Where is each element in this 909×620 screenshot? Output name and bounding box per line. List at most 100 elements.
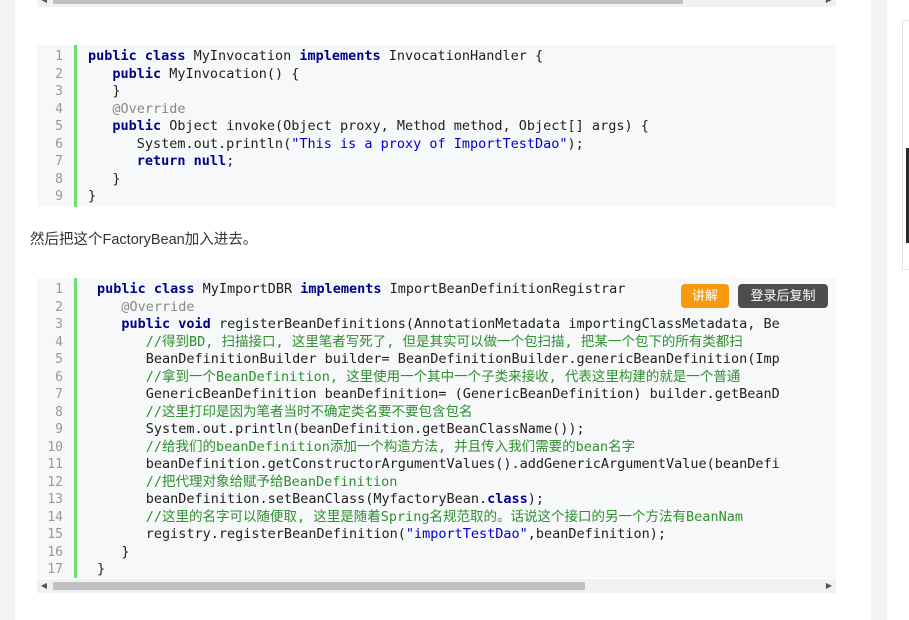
code-token: ,beanDefinition); xyxy=(527,526,666,542)
code-token: MyImportDBR xyxy=(202,281,301,297)
code-token: //这里打印是因为笔者当时不确定类名要不要包含包名 xyxy=(145,403,473,420)
code-token: //得到BD, 扫描接口, 这里笔者写死了, 但是其实可以做一个包扫描, 把某一… xyxy=(145,333,743,350)
code-token: beanDefinition.setBeanClass(MyfactoryBea… xyxy=(97,491,488,507)
scroll-thumb[interactable] xyxy=(53,0,683,4)
code-line: beanDefinition.getConstructorArgumentVal… xyxy=(97,456,836,474)
code-token: //把代理对象给赋予给BeanDefinition xyxy=(145,473,398,490)
code-token: System.out.println( xyxy=(88,135,292,152)
code-token: Object invoke(Object proxy, Method metho… xyxy=(169,118,649,134)
line-number: 5 xyxy=(55,352,63,367)
line-number: 7 xyxy=(55,387,63,402)
code-token: ; xyxy=(226,153,235,169)
code-token: @Override xyxy=(112,100,186,117)
line-number: 17 xyxy=(47,562,63,577)
scroll-right-arrow-icon[interactable]: ▶ xyxy=(822,0,836,7)
code-line: //拿到一个BeanDefinition, 这里使用一个其中一个子类来接收, 代… xyxy=(97,369,836,387)
line-number: 9 xyxy=(55,189,63,204)
code-token: public class xyxy=(88,48,194,64)
code-token: implements xyxy=(300,281,390,297)
line-number: 6 xyxy=(55,136,63,152)
code-line: System.out.println("This is a proxy of I… xyxy=(88,136,836,154)
code-token: public xyxy=(112,65,170,82)
line-number: 4 xyxy=(55,101,63,117)
code-token: } xyxy=(97,561,106,577)
code-token: System.out.println(beanDefinition.getBea… xyxy=(97,421,585,437)
code-line: } xyxy=(88,171,836,189)
line-number: 11 xyxy=(47,457,63,472)
scroll-right-arrow-icon[interactable]: ▶ xyxy=(822,579,836,593)
code-token: beanDefinition.getConstructorArgumentVal… xyxy=(97,456,780,472)
code-token: public void xyxy=(121,316,219,332)
line-number: 12 xyxy=(47,474,63,490)
code-token: //拿到一个BeanDefinition, 这里使用一个其中一个子类来接收, 代… xyxy=(145,368,741,385)
code-line: GenericBeanDefinition beanDefinition= (G… xyxy=(97,386,836,404)
line-number: 2 xyxy=(55,66,63,82)
code-token: MyInvocation xyxy=(193,48,300,64)
line-number: 15 xyxy=(47,527,63,542)
code-token: "This is a proxy of ImportTestDao" xyxy=(291,135,568,152)
code-token: } xyxy=(88,170,121,187)
line-number: 4 xyxy=(55,334,63,350)
code-line: BeanDefinitionBuilder builder= BeanDefin… xyxy=(97,351,836,369)
code-token: ); xyxy=(567,135,584,152)
paragraph-text: 然后把这个FactoryBean加入进去。 xyxy=(30,232,258,248)
scroll-left-arrow-icon[interactable]: ◀ xyxy=(37,0,51,7)
code-line: } xyxy=(88,83,836,101)
line-number: 16 xyxy=(47,544,63,560)
copy-after-login-button[interactable]: 登录后复制 xyxy=(738,284,828,308)
code-content: public class MyImportDBR implements Impo… xyxy=(97,278,836,578)
line-number: 2 xyxy=(55,299,63,315)
code-token: //这里的名字可以随便取, 这里是随着Spring名规范取的。话说这个接口的另一… xyxy=(145,508,743,525)
code-token: ); xyxy=(527,491,545,507)
line-number: 1 xyxy=(55,49,63,64)
code-scrollbar-top[interactable]: ◀ ▶ xyxy=(37,0,836,7)
code-scrollbar-bottom[interactable]: ◀ ▶ xyxy=(37,579,836,593)
code-token: "importTestDao" xyxy=(405,526,528,542)
code-line: @Override xyxy=(88,101,836,119)
code-line: public Object invoke(Object proxy, Metho… xyxy=(88,118,836,136)
code-line: public class MyInvocation implements Inv… xyxy=(88,48,836,66)
line-number: 8 xyxy=(55,171,63,187)
code-token: GenericBeanDefinition beanDefinition= (G… xyxy=(97,386,780,402)
code-line: return null; xyxy=(88,153,836,171)
code-line: } xyxy=(88,188,836,206)
code-block-import-registrar: 1 2 3 4 5 6 7 8 9 10 11 12 13 14 15 16 17 public class M… xyxy=(37,278,836,578)
line-number: 10 xyxy=(47,439,63,455)
code-token: } xyxy=(88,188,97,204)
code-line: registry.registerBeanDefinition("importT… xyxy=(97,526,836,544)
code-line: //这里的名字可以随便取, 这里是随着Spring名规范取的。话说这个接口的另一… xyxy=(97,509,836,527)
line-number: 5 xyxy=(55,119,63,134)
code-token: registerBeanDefinitions(AnnotationMetada… xyxy=(218,316,780,332)
explain-button[interactable]: 讲解 xyxy=(681,284,729,308)
code-line: beanDefinition.setBeanClass(MyfactoryBea… xyxy=(97,491,836,509)
code-line: System.out.println(beanDefinition.getBea… xyxy=(97,421,836,439)
code-token: implements xyxy=(299,48,389,64)
line-number: 13 xyxy=(47,492,63,507)
code-token: } xyxy=(88,83,121,99)
code-line: //这里打印是因为笔者当时不确定类名要不要包含包名 xyxy=(97,404,836,422)
line-number: 7 xyxy=(55,154,63,169)
code-line: public void registerBeanDefinitions(Anno… xyxy=(97,316,836,334)
line-number-gutter: 1 2 3 4 5 6 7 8 9 10 11 12 13 14 15 16 17 xyxy=(37,278,77,578)
code-token: public xyxy=(112,118,170,134)
code-token: } xyxy=(97,543,130,560)
code-token: BeanDefinitionBuilder builder= BeanDefin… xyxy=(97,351,780,367)
code-block-invocation-handler: 1 2 3 4 5 6 7 8 9 public class MyInvocation impl… xyxy=(37,45,836,207)
scroll-left-arrow-icon[interactable]: ◀ xyxy=(37,579,51,593)
code-line: public MyInvocation() { xyxy=(88,66,836,84)
scroll-thumb[interactable] xyxy=(53,582,585,590)
code-token: InvocationHandler { xyxy=(388,48,544,64)
line-number: 8 xyxy=(55,404,63,420)
code-token: registry.registerBeanDefinition( xyxy=(97,526,406,542)
